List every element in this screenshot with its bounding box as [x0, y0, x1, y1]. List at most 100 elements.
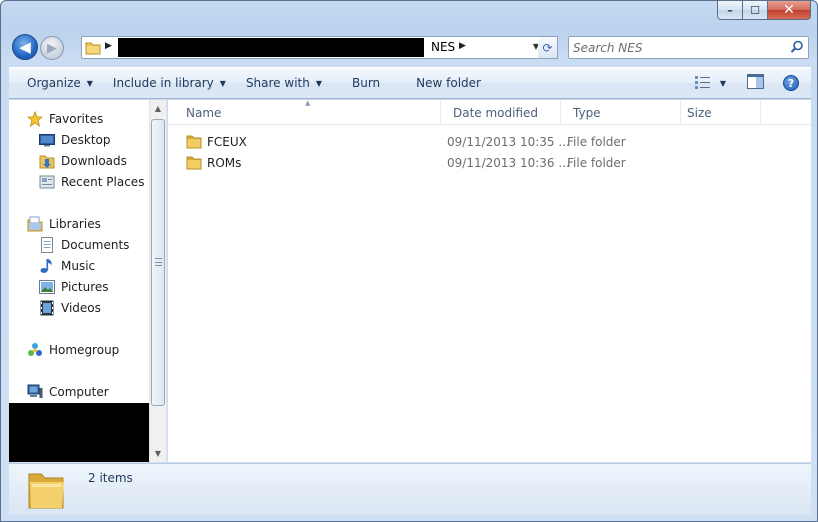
sidebar-item-label: Pictures	[61, 280, 109, 294]
file-list: ▲ Name Date modified Type Size FCEUX 09/…	[168, 99, 811, 462]
search-box[interactable]	[568, 36, 809, 59]
file-name: ROMs	[207, 155, 242, 170]
help-button[interactable]: ?	[779, 72, 803, 94]
file-name-cell[interactable]: FCEUX	[186, 131, 247, 152]
include-in-library-menu[interactable]: Include in library ▼	[103, 71, 236, 95]
sidebar-item-label: Libraries	[49, 217, 101, 231]
folder-icon	[186, 155, 202, 170]
file-type-cell: File folder	[567, 155, 626, 170]
desktop-icon	[39, 132, 55, 148]
scroll-up-icon[interactable]: ▲	[150, 100, 166, 117]
close-button[interactable]: ✕	[768, 1, 811, 20]
explorer-window: – ☐ ✕ ◀ ▶ ▶ NES ▶ ▼ ⟳ Search NES Organiz…	[0, 0, 818, 522]
film-strip-icon	[39, 300, 55, 316]
item-count: 2 items	[88, 471, 133, 485]
column-name-label: Name	[186, 105, 222, 120]
scrollbar-thumb[interactable]	[151, 119, 165, 406]
back-button[interactable]: ◀	[12, 34, 38, 60]
include-in-library-label: Include in library	[112, 76, 214, 90]
minimize-button[interactable]: –	[717, 1, 743, 20]
column-name[interactable]: Name	[174, 100, 441, 125]
recent-places-icon	[39, 174, 55, 190]
view-list-icon	[694, 75, 712, 92]
sidebar-item-label: Desktop	[61, 133, 111, 147]
sidebar-item-label: Recent Places	[61, 175, 145, 189]
navigation-scrollbar[interactable]: ▲ ▼	[149, 100, 166, 462]
details-pane: 2 items	[9, 463, 811, 515]
sidebar-item-videos[interactable]: Videos	[39, 298, 101, 318]
change-view-button[interactable]: ▼	[691, 72, 729, 94]
file-type-cell: File folder	[567, 134, 626, 149]
sidebar-item-recent-places[interactable]: Recent Places	[39, 172, 144, 192]
back-arrow-icon: ◀	[19, 38, 31, 56]
refresh-icon: ⟳	[542, 40, 553, 55]
sidebar-item-downloads[interactable]: Downloads	[39, 151, 127, 171]
grip-icon	[155, 258, 162, 266]
share-with-label: Share with	[245, 76, 310, 90]
column-size[interactable]: Size	[681, 100, 761, 125]
downloads-folder-icon	[39, 153, 55, 169]
folder-icon	[85, 40, 101, 58]
sidebar-item-computer[interactable]: Computer	[27, 382, 109, 402]
breadcrumb-separator[interactable]: ▶	[459, 41, 466, 51]
folder-icon	[27, 468, 67, 515]
forward-button[interactable]: ▶	[40, 36, 64, 60]
computer-icon	[27, 384, 43, 400]
breadcrumb-separator[interactable]: ▶	[105, 41, 112, 51]
preview-pane-button[interactable]	[743, 72, 767, 94]
documents-icon	[39, 237, 55, 253]
sidebar-item-desktop[interactable]: Desktop	[39, 130, 111, 150]
column-date-modified[interactable]: Date modified	[441, 100, 561, 125]
chevron-down-icon: ▼	[86, 78, 93, 88]
redacted-path	[118, 38, 424, 57]
sidebar-item-label: Documents	[61, 238, 130, 252]
organize-label: Organize	[27, 76, 81, 90]
column-header: ▲ Name Date modified Type Size	[168, 99, 811, 125]
homegroup-icon	[27, 342, 43, 358]
chevron-down-icon: ▼	[315, 78, 322, 88]
search-input[interactable]	[573, 39, 783, 56]
refresh-button[interactable]: ⟳	[538, 36, 558, 59]
navigation-bar: ◀ ▶ ▶ NES ▶ ▼ ⟳	[9, 33, 809, 61]
navigation-pane: Favorites Desktop Downloads Recent Place…	[9, 100, 167, 462]
column-type-label: Type	[573, 105, 601, 120]
sidebar-item-label: Computer	[49, 385, 109, 399]
sidebar-item-favorites[interactable]: Favorites	[27, 109, 103, 129]
burn-button[interactable]: Burn	[342, 71, 390, 95]
star-icon	[27, 111, 43, 127]
breadcrumb-nes[interactable]: NES	[431, 40, 455, 54]
sidebar-item-music[interactable]: Music	[39, 256, 95, 276]
chevron-down-icon[interactable]: ▼	[720, 79, 726, 88]
sidebar-item-label: Downloads	[61, 154, 127, 168]
preview-pane-icon	[746, 74, 764, 92]
table-row[interactable]: ROMs 09/11/2013 10:36 ... File folder	[168, 152, 811, 173]
search-icon[interactable]	[790, 40, 804, 57]
pictures-icon	[39, 279, 55, 295]
file-name-cell[interactable]: ROMs	[186, 152, 241, 173]
new-folder-button[interactable]: New folder	[406, 71, 491, 95]
libraries-icon	[27, 216, 43, 232]
redacted-region	[9, 403, 151, 462]
chevron-down-icon: ▼	[219, 78, 226, 88]
folder-icon	[186, 134, 202, 149]
sidebar-item-label: Videos	[61, 301, 101, 315]
column-date-label: Date modified	[453, 105, 539, 120]
sidebar-item-documents[interactable]: Documents	[39, 235, 129, 255]
share-with-menu[interactable]: Share with ▼	[236, 71, 332, 95]
file-date-cell: 09/11/2013 10:36 ...	[447, 155, 570, 170]
sidebar-item-pictures[interactable]: Pictures	[39, 277, 109, 297]
sidebar-item-homegroup[interactable]: Homegroup	[27, 340, 119, 360]
column-type[interactable]: Type	[561, 100, 681, 125]
sidebar-item-label: Music	[61, 259, 96, 273]
address-bar[interactable]: ▶ NES ▶ ▼	[81, 36, 544, 59]
table-row[interactable]: FCEUX 09/11/2013 10:35 ... File folder	[168, 131, 811, 152]
command-bar: Organize ▼ Include in library ▼ Share wi…	[9, 67, 811, 99]
view-controls: ▼ ?	[683, 72, 803, 94]
sidebar-item-libraries[interactable]: Libraries	[27, 214, 101, 234]
caption-buttons: – ☐ ✕	[717, 1, 811, 20]
file-name: FCEUX	[207, 134, 247, 149]
maximize-button[interactable]: ☐	[743, 1, 768, 20]
scroll-down-icon[interactable]: ▼	[150, 445, 166, 462]
music-note-icon	[39, 258, 55, 274]
organize-menu[interactable]: Organize ▼	[17, 71, 103, 95]
